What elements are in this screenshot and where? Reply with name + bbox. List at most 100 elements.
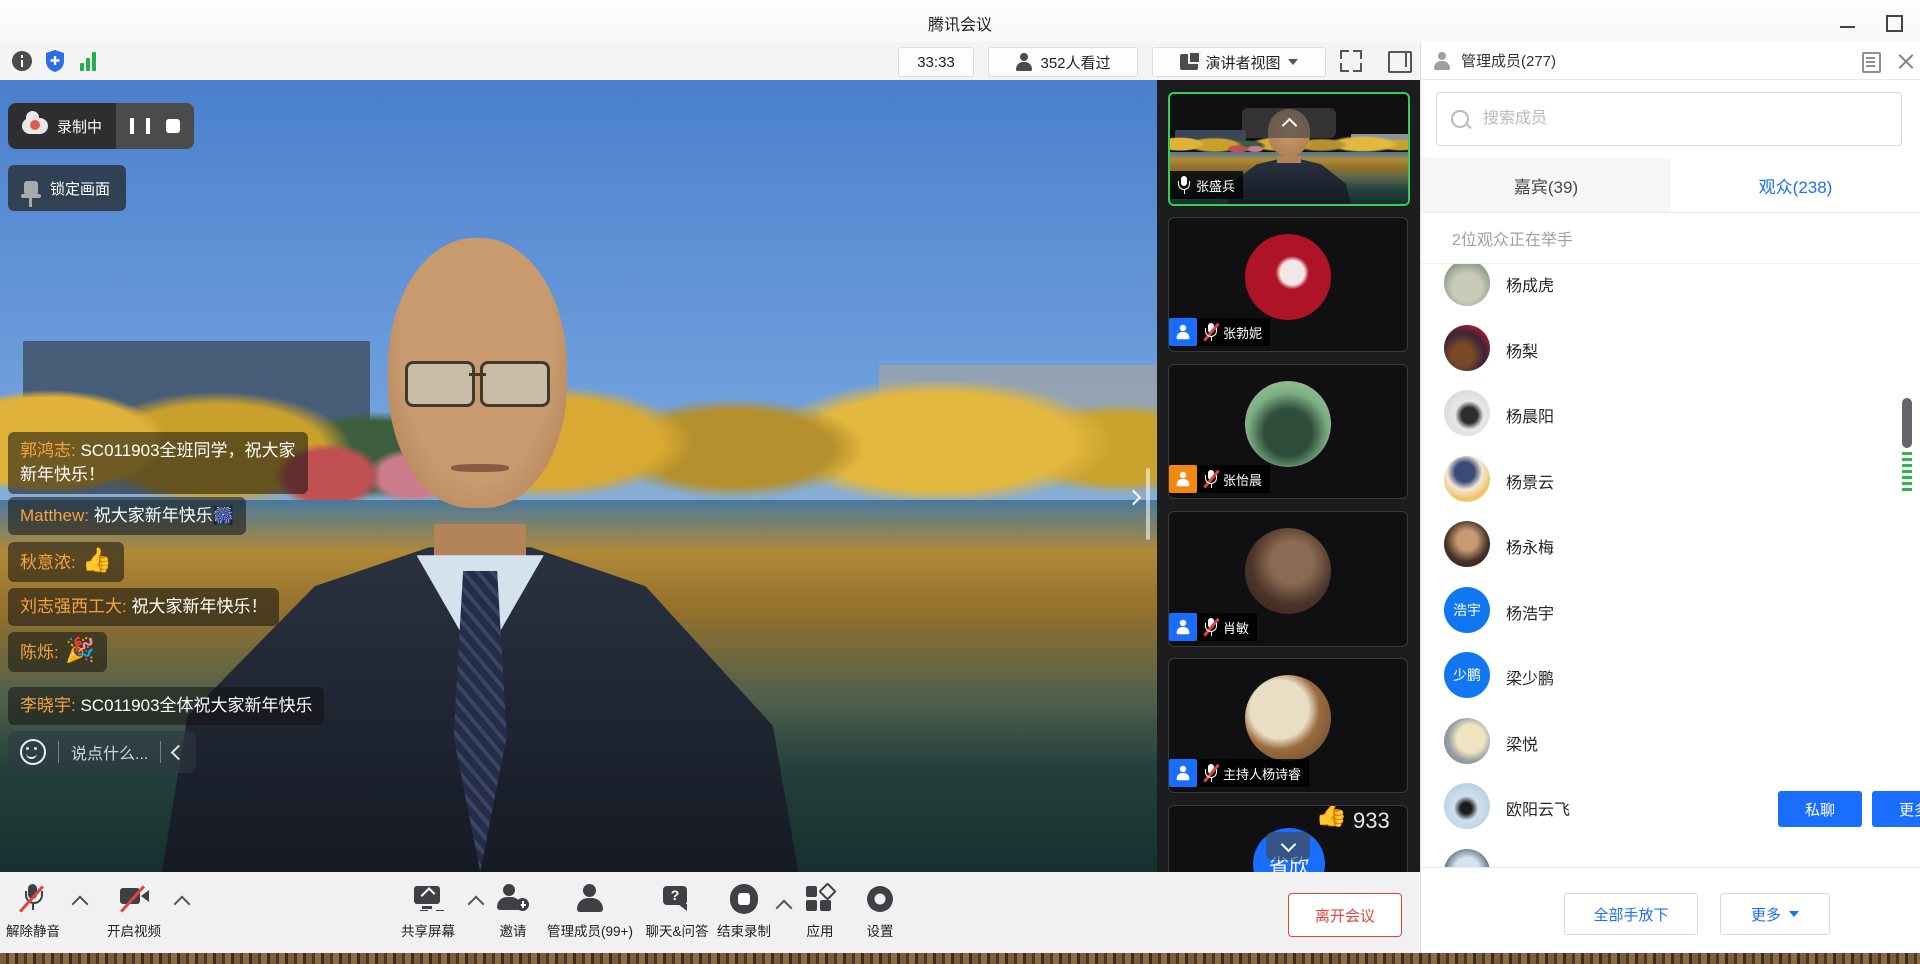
chat-question-icon: ? [661, 884, 693, 914]
chevron-down-icon [1280, 836, 1296, 852]
panel-more-button[interactable]: 更多 [1720, 893, 1830, 935]
apps-button[interactable]: 应用 [798, 884, 842, 940]
stop-record-icon [728, 884, 760, 914]
chat-input[interactable]: 说点什么... [8, 731, 196, 773]
member-list: 杨成虎 杨梨 杨晨阳 杨景云 杨永梅 浩宇 杨浩宇 少鹏 梁少鹏 梁悦 欧阳云飞 [1421, 264, 1901, 867]
stop-recording-button[interactable]: 结束录制 [708, 884, 780, 940]
invite-button[interactable]: 邀请 [486, 884, 540, 940]
member-name: 杨永梅 [1506, 534, 1554, 558]
emoji-icon[interactable] [20, 739, 46, 765]
panel-scrollbar-thumb[interactable] [1902, 398, 1912, 448]
member-name: 杨晨阳 [1506, 403, 1554, 427]
member-name: 杨浩宇 [1506, 600, 1554, 624]
lower-all-hands-button[interactable]: 全部手放下 [1564, 893, 1698, 935]
mic-muted-icon [1205, 764, 1217, 782]
avatar [1245, 234, 1331, 320]
chat-sender: 陈烁: [20, 643, 59, 662]
maximize-icon[interactable] [1886, 15, 1903, 32]
mic-muted-icon [1205, 470, 1217, 488]
desktop-edge-strip [0, 953, 1920, 964]
view-mode-selector[interactable]: 演讲者视图 [1152, 47, 1326, 77]
avatar [1444, 264, 1490, 306]
start-video-button[interactable]: 开启视频 [100, 884, 168, 940]
video-thumbnail[interactable]: 主持人杨诗睿 [1168, 658, 1408, 793]
view-layout-icon [1180, 54, 1198, 70]
participant-name: 主持人杨诗睿 [1223, 764, 1301, 783]
participant-name: 张勃妮 [1223, 323, 1262, 342]
minimize-icon[interactable] [1840, 26, 1855, 28]
avatar [1444, 390, 1490, 436]
unmute-button[interactable]: 解除静音 [0, 884, 66, 940]
tab-audience[interactable]: 观众(238) [1671, 158, 1920, 213]
viewers-icon [1015, 53, 1033, 71]
member-search-box[interactable] [1436, 92, 1902, 146]
member-more-button[interactable]: 更多 [1872, 791, 1920, 827]
member-name: 梁少鹏 [1506, 665, 1554, 689]
leave-meeting-button[interactable]: 离开会议 [1288, 893, 1402, 937]
chat-sender: 刘志强西工大: [20, 597, 127, 616]
video-thumbnail[interactable]: 肖敏 [1168, 511, 1408, 647]
video-scrollbar[interactable] [1146, 468, 1150, 540]
settings-button[interactable]: 设置 [858, 884, 902, 940]
avatar [1245, 381, 1331, 467]
pause-recording-icon[interactable] [130, 118, 150, 134]
title-bar: 腾讯会议 [0, 0, 1920, 42]
viewer-count[interactable]: 352人看过 [988, 47, 1138, 77]
raising-hands-hint: 2位观众正在举手 [1452, 226, 1573, 250]
share-screen-button[interactable]: 共享屏幕 [391, 884, 465, 940]
meeting-timer: 33:33 [898, 47, 974, 77]
window-title: 腾讯会议 [0, 11, 1920, 35]
avatar [1245, 675, 1331, 761]
chevron-up-icon [1281, 118, 1297, 134]
collapse-chat-icon[interactable] [171, 744, 187, 760]
shield-security-icon[interactable] [44, 49, 66, 73]
video-thumbnail-partial[interactable]: 省欣 👍 933 [1168, 805, 1408, 872]
divider [58, 741, 59, 763]
fullscreen-icon[interactable] [1340, 50, 1362, 72]
avatar-initials: 少鹏 [1444, 652, 1490, 698]
video-thumbnail[interactable]: 张勃妮 [1168, 217, 1408, 352]
chat-text: 👍 [82, 547, 112, 574]
search-input[interactable] [1481, 109, 1887, 129]
mic-on-icon [1178, 176, 1190, 194]
members-panel-title: 管理成员(277) [1461, 50, 1556, 71]
role-badge-blue [1169, 613, 1197, 641]
side-panel-toggle-icon[interactable] [1388, 51, 1412, 73]
role-badge-blue [1169, 318, 1197, 346]
network-signal-icon[interactable] [80, 51, 98, 71]
stop-recording-icon[interactable] [166, 119, 180, 133]
members-icon [1433, 52, 1451, 70]
chat-message: 秋意浓: 👍 [8, 542, 124, 582]
invite-icon [497, 884, 529, 914]
avatar [1444, 849, 1490, 867]
member-name: 杨梨 [1506, 338, 1538, 362]
chat-sender: 郭鸿志: [20, 441, 76, 460]
chat-message: 李晓宇: SC011903全体祝大家新年快乐 [8, 687, 324, 725]
search-icon [1451, 110, 1469, 128]
pin-icon [24, 181, 38, 195]
info-icon[interactable] [12, 51, 32, 71]
reaction-count: 933 [1353, 808, 1390, 834]
video-thumbnail-active[interactable]: 张盛兵 [1168, 92, 1410, 206]
collapse-strip-button[interactable] [1242, 108, 1336, 138]
avatar [1444, 521, 1490, 567]
chat-text: 祝大家新年快乐🎆 [94, 506, 234, 525]
speaker-glasses [405, 361, 550, 401]
scroll-down-button[interactable] [1266, 832, 1310, 860]
tab-guests[interactable]: 嘉宾(39) [1421, 158, 1671, 213]
gear-icon [864, 884, 896, 914]
scroll-activity-indicator [1902, 452, 1912, 494]
avatar [1444, 456, 1490, 502]
video-thumbnail[interactable]: 张怡晨 [1168, 364, 1408, 499]
share-screen-icon [412, 884, 444, 914]
lock-view-button[interactable]: 锁定画面 [8, 165, 126, 211]
participant-name: 肖敏 [1223, 618, 1249, 637]
member-name: 梁悦 [1506, 731, 1538, 755]
close-panel-icon[interactable] [1898, 53, 1914, 69]
private-chat-button[interactable]: 私聊 [1778, 791, 1862, 827]
members-panel-header: 管理成员(277) [1420, 42, 1920, 80]
chat-message: 刘志强西工大: 祝大家新年快乐！ [8, 588, 279, 626]
chat-sender: 秋意浓: [20, 553, 76, 572]
avatar [1245, 528, 1331, 614]
popout-panel-icon[interactable] [1862, 52, 1881, 73]
